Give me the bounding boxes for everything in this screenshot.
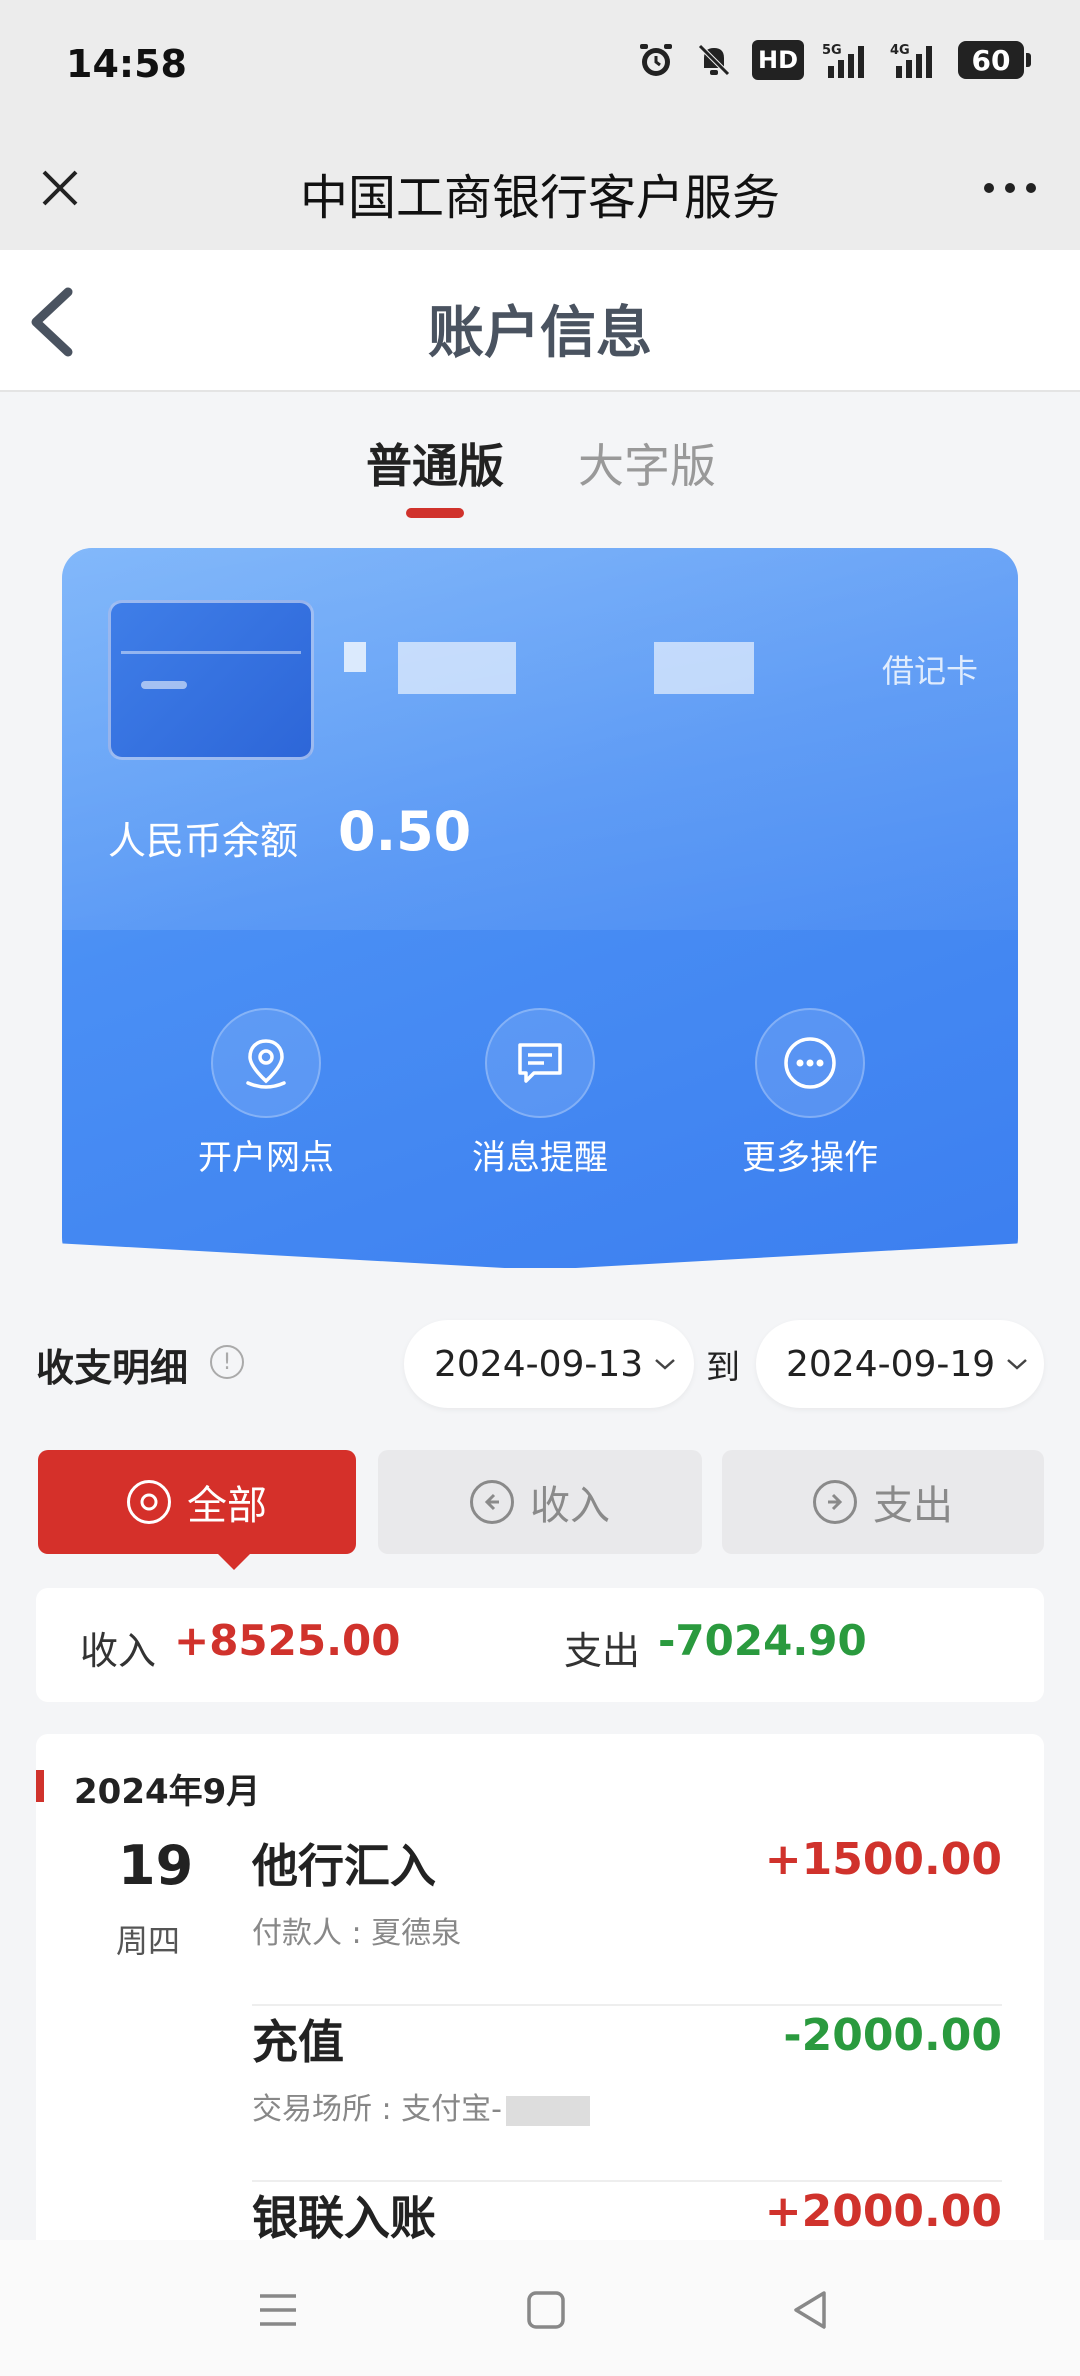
more-operations-action[interactable]: 更多操作: [700, 1008, 920, 1179]
more-menu-button[interactable]: [970, 158, 1050, 218]
filter-label: 支出: [873, 1483, 953, 1529]
triangle-back-icon: [794, 2291, 826, 2329]
end-date-value: 2024-09-19: [786, 1343, 996, 1385]
status-time: 14:58: [66, 42, 187, 86]
menu-icon: [260, 2294, 296, 2326]
arrow-right-circle-icon: [813, 1480, 857, 1524]
location-icon: [211, 1008, 321, 1118]
transaction-row[interactable]: 他行汇入 付款人 : 夏德泉 +1500.00: [252, 1830, 1002, 2006]
expense-total: -7024.90: [658, 1616, 867, 1665]
page-title: 账户信息: [428, 301, 652, 366]
date-range-separator: 到: [706, 1348, 740, 1388]
mute-bell-icon: [694, 40, 734, 80]
masked-card-number: [654, 642, 754, 694]
info-icon[interactable]: !: [210, 1345, 244, 1379]
recent-apps-button[interactable]: [248, 2280, 308, 2340]
more-ops-icon: [755, 1008, 865, 1118]
tab-normal-version[interactable]: 普通版: [366, 430, 504, 496]
alarm-icon: [636, 40, 676, 80]
summary-panel: 收入 +8525.00 支出 -7024.90: [36, 1588, 1044, 1702]
month-label: 2024年9月: [74, 1772, 261, 1812]
battery-indicator: 60: [958, 41, 1031, 79]
masked-text: [506, 2095, 591, 2126]
transaction-name: 银联入账: [252, 2191, 436, 2245]
income-total: +8525.00: [174, 1616, 401, 1665]
income-label: 收入: [80, 1629, 157, 1673]
day-number: 19: [118, 1834, 194, 1897]
branch-location-action[interactable]: 开户网点: [156, 1008, 376, 1179]
page-header: 账户信息: [0, 250, 1080, 392]
action-label: 消息提醒: [472, 1138, 608, 1178]
action-label: 更多操作: [742, 1138, 878, 1178]
start-date-picker[interactable]: 2024-09-13: [404, 1320, 694, 1408]
bank-card-thumbnail: [108, 600, 314, 760]
svg-text:5G: 5G: [822, 43, 842, 58]
action-label: 开户网点: [198, 1138, 334, 1178]
start-date-value: 2024-09-13: [434, 1343, 644, 1385]
account-card: 借记卡 人民币余额 0.50 开户网点 消息提醒 更多操作: [62, 548, 1018, 1268]
end-date-picker[interactable]: 2024-09-19: [756, 1320, 1044, 1408]
transaction-detail-wrap: 交易场所 : 支付宝-: [252, 2084, 591, 2128]
status-bar: 14:58 HD 5G 4G 60: [0, 0, 1080, 128]
chevron-down-icon: [655, 1359, 676, 1370]
message-icon: [485, 1008, 595, 1118]
card-type-label: 借记卡: [881, 652, 978, 690]
filter-income-button[interactable]: 收入: [378, 1450, 702, 1554]
ellipsis-icon: [984, 183, 1036, 193]
system-navigation-bar: [0, 2240, 1080, 2376]
svg-text:4G: 4G: [890, 43, 910, 58]
transaction-amount: +1500.00: [764, 1834, 1002, 1885]
app-title: 中国工商银行客户服务: [299, 170, 780, 226]
transaction-amount: +2000.00: [764, 2186, 1002, 2237]
card-wave-divider: [0, 1240, 1080, 1300]
transaction-detail: 交易场所 : 支付宝-: [252, 2092, 503, 2127]
status-icons: HD 5G 4G 60: [636, 40, 1031, 80]
transaction-row[interactable]: 充值 交易场所 : 支付宝- -2000.00: [252, 2006, 1002, 2182]
filter-label: 全部: [187, 1483, 267, 1529]
weekday: 周四: [116, 1922, 181, 1960]
hd-badge: HD: [751, 40, 804, 80]
transaction-list: 2024年9月 19 周四 他行汇入 付款人 : 夏德泉 +1500.00 充值…: [36, 1734, 1044, 2254]
arrow-left-circle-icon: [470, 1480, 514, 1524]
mini-program-title-bar: 中国工商银行客户服务: [0, 128, 1080, 250]
filter-all-button[interactable]: 全部: [38, 1450, 356, 1570]
balance-label: 人民币余额: [108, 819, 299, 863]
expense-label: 支出: [564, 1629, 641, 1673]
card-actions: 开户网点 消息提醒 更多操作: [62, 1008, 1018, 1208]
masked-card-number: [344, 642, 366, 672]
target-icon: [127, 1480, 171, 1524]
signal-4g-icon: 4G: [890, 40, 940, 80]
message-alert-action[interactable]: 消息提醒: [430, 1008, 650, 1179]
square-icon: [527, 2291, 565, 2329]
tab-large-font-version[interactable]: 大字版: [578, 430, 716, 496]
transaction-amount: -2000.00: [783, 2010, 1002, 2061]
transaction-detail: 付款人 : 夏德泉: [252, 1916, 462, 1951]
active-filter-pointer: [218, 1554, 250, 1570]
filter-label: 收入: [530, 1483, 610, 1529]
back-nav-button[interactable]: [780, 2280, 840, 2340]
version-tabs: 普通版 大字版: [0, 430, 1080, 520]
balance-value: 0.50: [338, 800, 472, 863]
filter-expense-button[interactable]: 支出: [722, 1450, 1044, 1554]
masked-card-number: [398, 642, 516, 694]
active-tab-indicator: [406, 508, 464, 518]
transaction-name: 充值: [252, 2015, 344, 2069]
transactions-title: 收支明细: [36, 1346, 189, 1390]
month-marker: [36, 1770, 44, 1802]
home-button[interactable]: [516, 2280, 576, 2340]
transaction-name: 他行汇入: [252, 1839, 436, 1893]
signal-5g-icon: 5G: [822, 40, 872, 80]
chevron-down-icon: [1007, 1359, 1028, 1370]
